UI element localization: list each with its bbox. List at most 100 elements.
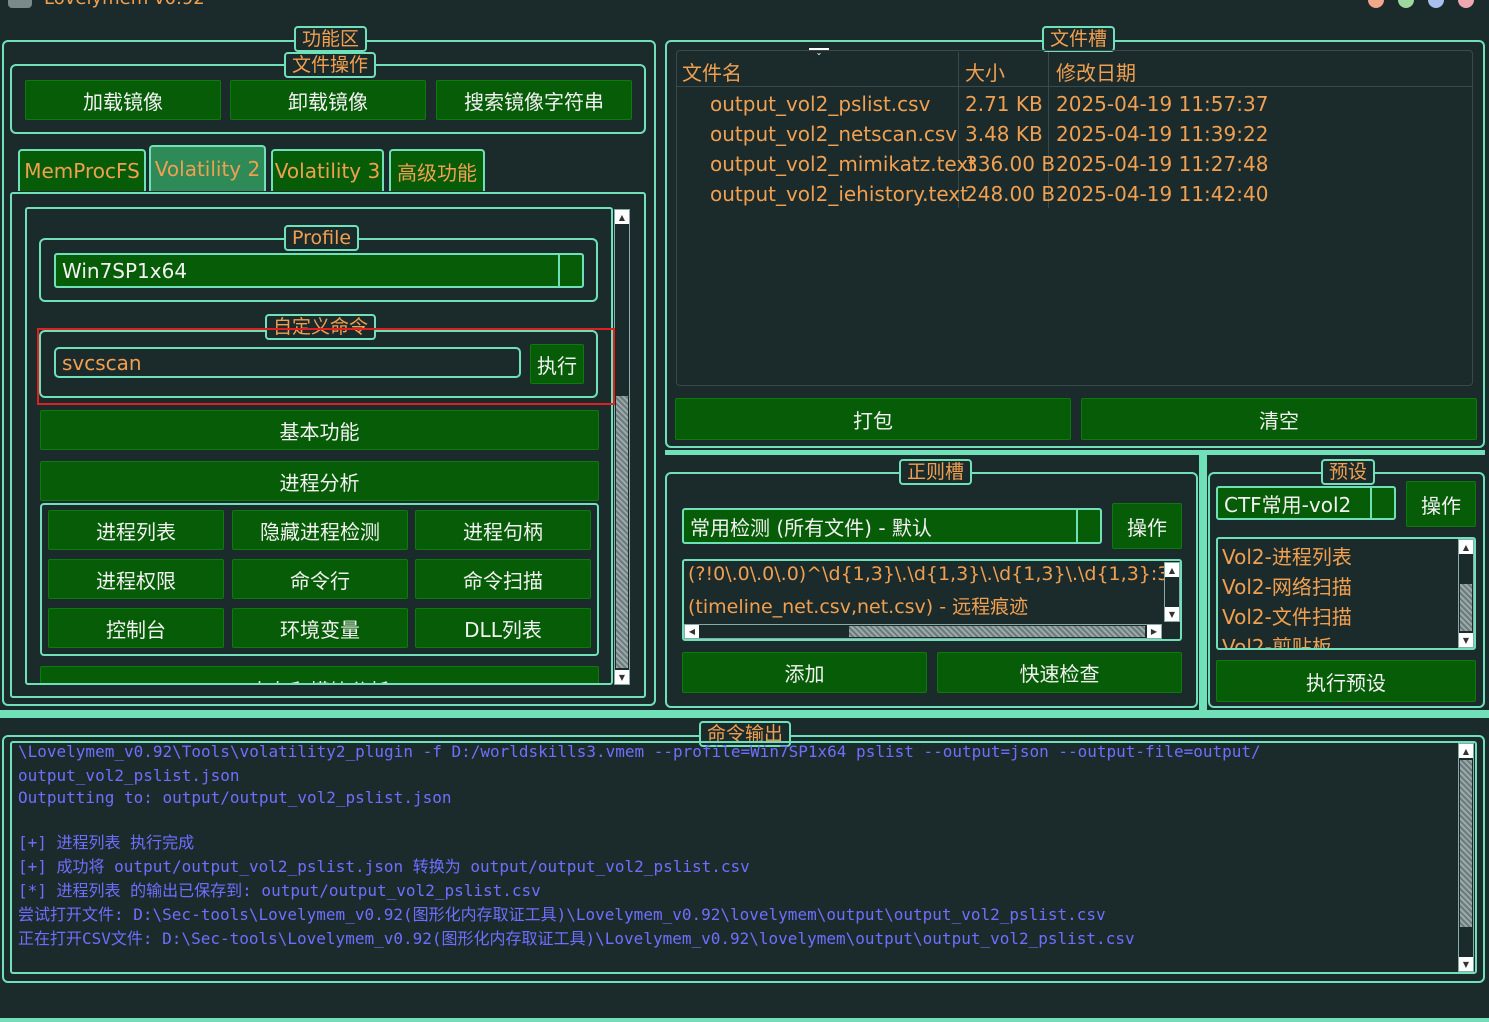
regex-rule-value: 常用检测 (所有文件) - 默认 <box>690 515 932 540</box>
file-row-date[interactable]: 2025-04-19 11:57:37 <box>1056 92 1268 116</box>
tab-memprocfs[interactable]: MemProcFS <box>18 149 146 191</box>
dll-list-button[interactable]: DLL列表 <box>415 608 591 648</box>
profile-select[interactable]: Win7SP1x64 <box>54 253 584 288</box>
title-bar: Lovelymem v0.92 <box>0 0 1489 10</box>
file-row-date[interactable]: 2025-04-19 11:27:48 <box>1056 152 1268 176</box>
regex-slot-legend: 正则槽 <box>899 459 973 485</box>
preset-item[interactable]: Vol2-进程列表 <box>1222 541 1352 570</box>
file-row-name[interactable]: output_vol2_netscan.csv <box>710 122 957 146</box>
output-line: 尝试打开文件: D:\Sec-tools\Lovelymem_v0.92(图形化… <box>18 905 1106 924</box>
preset-list-scrollbar[interactable]: ▲ ▼ <box>1458 539 1474 648</box>
quick-check-button[interactable]: 快速检查 <box>937 652 1182 693</box>
preset-item[interactable]: Vol2-网络扫描 <box>1222 571 1352 600</box>
preset-list: Vol2-进程列表 Vol2-网络扫描 Vol2-文件扫描 Vol2-剪贴板 <box>1216 537 1476 650</box>
file-slot-legend: 文件槽 <box>1042 26 1116 52</box>
file-row-name[interactable]: output_vol2_mimikatz.text <box>710 152 976 176</box>
scroll-right-icon[interactable]: ▶ <box>1147 625 1161 638</box>
envars-button[interactable]: 环境变量 <box>232 608 408 648</box>
profile-legend: Profile <box>284 225 360 251</box>
app-logo-icon <box>8 0 32 8</box>
clear-button[interactable]: 清空 <box>1081 398 1477 440</box>
tab-volatility-2[interactable]: Volatility 2 <box>149 145 266 191</box>
section-clip: 内存和模块分析 <box>40 666 599 683</box>
column-header-name[interactable]: 文件名 <box>682 57 742 86</box>
panel-divider <box>1199 455 1207 710</box>
function-area-legend: 功能区 <box>294 26 368 52</box>
divider <box>0 710 1489 718</box>
scroll-down-icon[interactable]: ▼ <box>1459 633 1473 647</box>
file-row-date[interactable]: 2025-04-19 11:42:40 <box>1056 182 1268 206</box>
regex-vertical-scrollbar[interactable]: ▲ ▼ <box>1164 562 1180 622</box>
tab-content-scrollbar[interactable]: ▲ ▼ <box>614 209 630 685</box>
window-button-icon[interactable] <box>1458 0 1474 8</box>
file-ops-legend: 文件操作 <box>284 52 377 78</box>
presets-legend: 预设 <box>1321 459 1376 485</box>
scroll-left-icon[interactable]: ◀ <box>685 625 699 638</box>
cmdscan-button[interactable]: 命令扫描 <box>415 559 591 599</box>
output-line: \Lovelymem_v0.92\Tools\volatility2_plugi… <box>18 742 1261 761</box>
column-header-size[interactable]: 大小 <box>965 57 1005 86</box>
regex-rule-select[interactable]: 常用检测 (所有文件) - 默认 <box>682 508 1102 544</box>
scroll-up-icon[interactable]: ▲ <box>1459 744 1473 758</box>
preset-select[interactable]: CTF常用-vol2 <box>1216 486 1396 520</box>
scroll-down-icon[interactable]: ▼ <box>1459 957 1473 971</box>
cmdline-button[interactable]: 命令行 <box>232 559 408 599</box>
file-row-size[interactable]: 3.48 KB <box>965 122 1043 146</box>
divider <box>665 450 1485 455</box>
scrollbar-thumb[interactable] <box>1460 584 1472 631</box>
dropdown-arrow-icon[interactable] <box>558 255 582 286</box>
scrollbar-thumb[interactable] <box>1460 760 1472 927</box>
scroll-up-icon[interactable]: ▲ <box>1459 540 1473 554</box>
regex-horizontal-scrollbar[interactable]: ◀ ▶ <box>684 624 1162 639</box>
run-preset-button[interactable]: 执行预设 <box>1216 660 1476 702</box>
output-line: Outputting to: output/output_vol2_pslist… <box>18 788 452 807</box>
add-regex-button[interactable]: 添加 <box>682 652 927 693</box>
regex-operation-button[interactable]: 操作 <box>1112 503 1182 549</box>
load-image-button[interactable]: 加载镜像 <box>25 80 221 120</box>
file-row-size[interactable]: 248.00 B <box>965 182 1055 206</box>
unload-image-button[interactable]: 卸载镜像 <box>230 80 426 120</box>
bottom-border <box>0 1018 1489 1022</box>
dropdown-arrow-icon[interactable] <box>1370 488 1394 518</box>
scrollbar-thumb[interactable] <box>849 626 1145 637</box>
file-row-name[interactable]: output_vol2_pslist.csv <box>710 92 930 116</box>
scroll-up-icon[interactable]: ▲ <box>615 210 629 224</box>
preset-operation-button[interactable]: 操作 <box>1406 481 1476 527</box>
regex-entry-pattern[interactable]: (?!0\.0\.0\.0)^\d{1,3}\.\d{1,3}\.\d{1,3}… <box>688 563 1180 585</box>
file-row-size[interactable]: 336.00 B <box>965 152 1055 176</box>
scroll-up-icon[interactable]: ▲ <box>1165 563 1179 577</box>
file-row-name[interactable]: output_vol2_iehistory.text <box>710 182 968 206</box>
output-line: [*] 进程列表 的输出已保存到: output/output_vol2_psl… <box>18 881 541 900</box>
window-title: Lovelymem v0.92 <box>44 0 205 9</box>
search-image-strings-button[interactable]: 搜索镜像字符串 <box>436 80 632 120</box>
section-memory-modules[interactable]: 内存和模块分析 <box>40 666 599 683</box>
sort-indicator-icon: ⌄ <box>809 48 829 57</box>
process-handles-button[interactable]: 进程句柄 <box>415 510 591 550</box>
window-button-icon[interactable] <box>1398 0 1414 8</box>
consoles-button[interactable]: 控制台 <box>48 608 224 648</box>
process-privileges-button[interactable]: 进程权限 <box>48 559 224 599</box>
header-divider <box>676 86 1473 87</box>
preset-item[interactable]: Vol2-文件扫描 <box>1222 601 1352 630</box>
scroll-down-icon[interactable]: ▼ <box>615 670 629 684</box>
window-button-icon[interactable] <box>1428 0 1444 8</box>
process-list-button[interactable]: 进程列表 <box>48 510 224 550</box>
output-line: output_vol2_pslist.json <box>18 766 240 785</box>
scroll-down-icon[interactable]: ▼ <box>1165 607 1179 621</box>
file-row-size[interactable]: 2.71 KB <box>965 92 1043 116</box>
section-basic-functions[interactable]: 基本功能 <box>40 410 599 450</box>
dropdown-arrow-icon[interactable] <box>1076 510 1100 542</box>
regex-entry-desc[interactable]: (timeline_net.csv,net.csv) - 远程痕迹 <box>688 592 1028 619</box>
pack-button[interactable]: 打包 <box>675 398 1071 440</box>
column-header-date[interactable]: 修改日期 <box>1056 57 1136 86</box>
hidden-process-detect-button[interactable]: 隐藏进程检测 <box>232 510 408 550</box>
section-process-analysis[interactable]: 进程分析 <box>40 461 599 501</box>
output-scrollbar[interactable]: ▲ ▼ <box>1458 743 1474 972</box>
file-row-date[interactable]: 2025-04-19 11:39:22 <box>1056 122 1268 146</box>
preset-item[interactable]: Vol2-剪贴板 <box>1222 631 1332 648</box>
profile-value: Win7SP1x64 <box>62 258 188 283</box>
scrollbar-thumb[interactable] <box>616 396 628 668</box>
window-button-icon[interactable] <box>1368 0 1384 8</box>
tab-advanced[interactable]: 高级功能 <box>389 149 485 191</box>
tab-volatility-3[interactable]: Volatility 3 <box>271 149 384 191</box>
